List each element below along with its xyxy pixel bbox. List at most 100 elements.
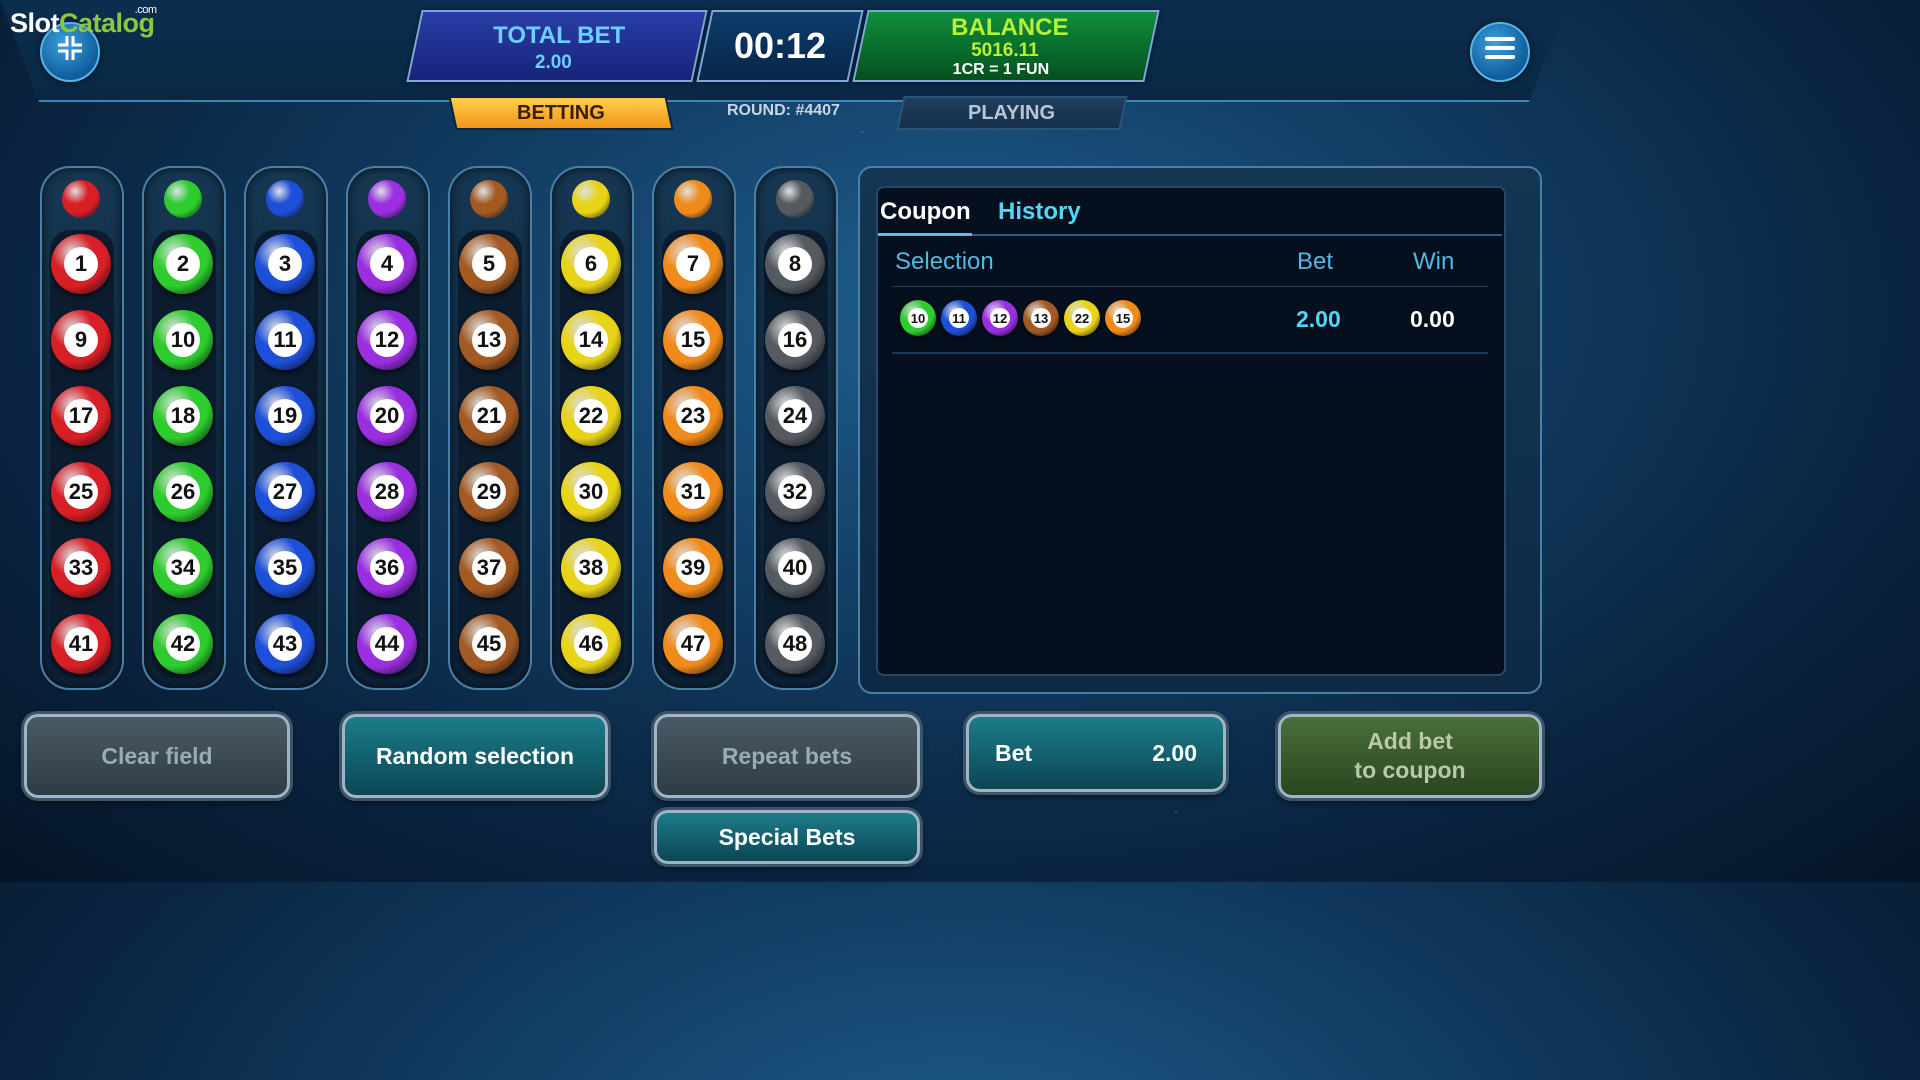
ball-number: 28 <box>370 475 404 509</box>
column-header-selection: Selection <box>895 248 994 275</box>
ball-5[interactable]: 5 <box>459 234 519 294</box>
ball-1[interactable]: 1 <box>51 234 111 294</box>
ball-20[interactable]: 20 <box>357 386 417 446</box>
ball-39[interactable]: 39 <box>663 538 723 598</box>
repeat-bets-button[interactable]: Repeat bets <box>654 714 920 798</box>
color-selector-gray[interactable] <box>776 180 814 218</box>
menu-button[interactable] <box>1470 22 1530 82</box>
ball-24[interactable]: 24 <box>765 386 825 446</box>
ball-18[interactable]: 18 <box>153 386 213 446</box>
ball-13[interactable]: 13 <box>459 310 519 370</box>
ball-12[interactable]: 12 <box>357 310 417 370</box>
color-selector-blue[interactable] <box>266 180 304 218</box>
tab-playing[interactable]: PLAYING <box>896 96 1128 130</box>
ball-43[interactable]: 43 <box>255 614 315 674</box>
ball-number: 10 <box>166 323 200 357</box>
add-bet-to-coupon-button[interactable]: Add bet to coupon <box>1278 714 1542 798</box>
color-selector-green[interactable] <box>164 180 202 218</box>
total-bet-label: TOTAL BET <box>493 22 626 49</box>
column-track <box>50 230 114 678</box>
ball-number: 15 <box>676 323 710 357</box>
column-track <box>662 230 726 678</box>
special-bets-button[interactable]: Special Bets <box>654 810 920 864</box>
selected-ball-number: 10 <box>908 308 928 328</box>
ball-34[interactable]: 34 <box>153 538 213 598</box>
ball-4[interactable]: 4 <box>357 234 417 294</box>
ball-number: 3 <box>268 247 302 281</box>
ball-33[interactable]: 33 <box>51 538 111 598</box>
ball-number: 44 <box>370 627 404 661</box>
ball-28[interactable]: 28 <box>357 462 417 522</box>
add-bet-line2: to coupon <box>1354 757 1466 783</box>
ball-38[interactable]: 38 <box>561 538 621 598</box>
ball-26[interactable]: 26 <box>153 462 213 522</box>
number-column-gray: 8 16 24 32 40 48 <box>754 166 838 690</box>
ball-number: 20 <box>370 399 404 433</box>
ball-46[interactable]: 46 <box>561 614 621 674</box>
ball-10[interactable]: 10 <box>153 310 213 370</box>
ball-6[interactable]: 6 <box>561 234 621 294</box>
bet-amount-button[interactable]: Bet 2.00 <box>966 714 1226 792</box>
ball-25[interactable]: 25 <box>51 462 111 522</box>
ball-11[interactable]: 11 <box>255 310 315 370</box>
ball-15[interactable]: 15 <box>663 310 723 370</box>
ball-35[interactable]: 35 <box>255 538 315 598</box>
ball-41[interactable]: 41 <box>51 614 111 674</box>
ball-44[interactable]: 44 <box>357 614 417 674</box>
active-tab-indicator <box>878 233 972 236</box>
ball-40[interactable]: 40 <box>765 538 825 598</box>
color-selector-brown[interactable] <box>470 180 508 218</box>
ball-number: 27 <box>268 475 302 509</box>
number-column-blue: 3 11 19 27 35 43 <box>244 166 328 690</box>
color-selector-purple[interactable] <box>368 180 406 218</box>
currency-rate: 1CR = 1 FUN <box>952 61 1050 78</box>
ball-29[interactable]: 29 <box>459 462 519 522</box>
ball-47[interactable]: 47 <box>663 614 723 674</box>
ball-9[interactable]: 9 <box>51 310 111 370</box>
ball-7[interactable]: 7 <box>663 234 723 294</box>
ball-number: 9 <box>64 323 98 357</box>
ball-14[interactable]: 14 <box>561 310 621 370</box>
ball-3[interactable]: 3 <box>255 234 315 294</box>
color-selector-yellow[interactable] <box>572 180 610 218</box>
hamburger-menu-icon <box>1485 35 1515 69</box>
ball-45[interactable]: 45 <box>459 614 519 674</box>
row-divider <box>892 352 1488 354</box>
ball-2[interactable]: 2 <box>153 234 213 294</box>
number-column-yellow: 6 14 22 30 38 46 <box>550 166 634 690</box>
tab-coupon[interactable]: Coupon <box>880 198 971 226</box>
ball-16[interactable]: 16 <box>765 310 825 370</box>
ball-27[interactable]: 27 <box>255 462 315 522</box>
selected-ball-number: 11 <box>949 308 969 328</box>
ball-number: 6 <box>574 247 608 281</box>
clear-field-button[interactable]: Clear field <box>24 714 290 798</box>
random-selection-button[interactable]: Random selection <box>342 714 608 798</box>
ball-number: 19 <box>268 399 302 433</box>
ball-23[interactable]: 23 <box>663 386 723 446</box>
color-selector-orange[interactable] <box>674 180 712 218</box>
ball-32[interactable]: 32 <box>765 462 825 522</box>
ball-number: 33 <box>64 551 98 585</box>
bet-label: Bet <box>995 739 1033 766</box>
ball-number: 26 <box>166 475 200 509</box>
ball-number: 38 <box>574 551 608 585</box>
ball-8[interactable]: 8 <box>765 234 825 294</box>
tab-betting-label: BETTING <box>517 102 605 124</box>
ball-number: 40 <box>778 551 812 585</box>
ball-31[interactable]: 31 <box>663 462 723 522</box>
ball-19[interactable]: 19 <box>255 386 315 446</box>
tab-betting[interactable]: BETTING <box>448 96 674 130</box>
ball-37[interactable]: 37 <box>459 538 519 598</box>
ball-17[interactable]: 17 <box>51 386 111 446</box>
ball-48[interactable]: 48 <box>765 614 825 674</box>
ball-36[interactable]: 36 <box>357 538 417 598</box>
ball-30[interactable]: 30 <box>561 462 621 522</box>
ball-42[interactable]: 42 <box>153 614 213 674</box>
ball-22[interactable]: 22 <box>561 386 621 446</box>
ball-21[interactable]: 21 <box>459 386 519 446</box>
header-divider <box>892 286 1488 287</box>
tab-history[interactable]: History <box>998 198 1081 226</box>
timer: 00:12 <box>733 25 827 66</box>
color-selector-red[interactable] <box>62 180 100 218</box>
column-track <box>254 230 318 678</box>
